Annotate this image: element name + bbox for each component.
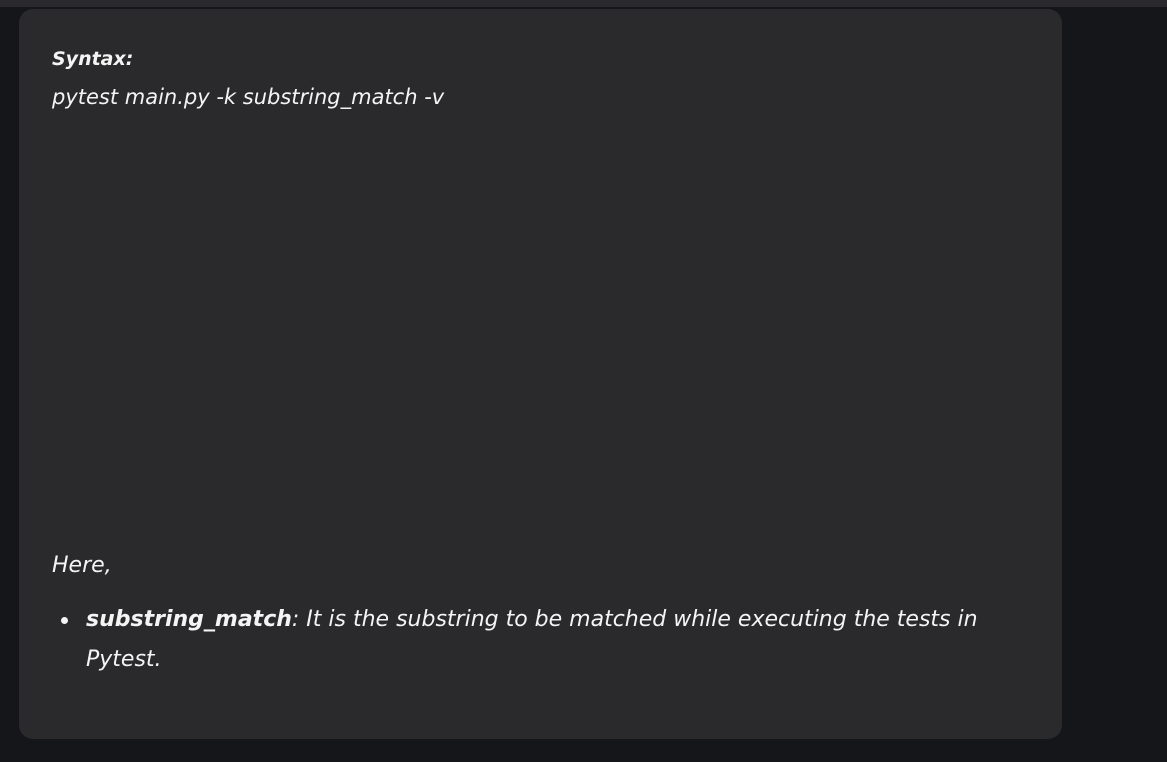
parameter-list: substring_match: It is the substring to …	[52, 600, 992, 680]
list-item: substring_match: It is the substring to …	[52, 600, 992, 680]
parameter-term: substring_match	[86, 607, 292, 632]
command-text: pytest main.py -k substring_match -v	[52, 85, 445, 109]
explanation-intro: Here,	[52, 553, 112, 578]
syntax-label: Syntax:	[52, 48, 134, 70]
syntax-card: Syntax: pytest main.py -k substring_matc…	[19, 9, 1062, 739]
top-bar	[0, 0, 1167, 7]
bullet-icon	[61, 617, 68, 624]
